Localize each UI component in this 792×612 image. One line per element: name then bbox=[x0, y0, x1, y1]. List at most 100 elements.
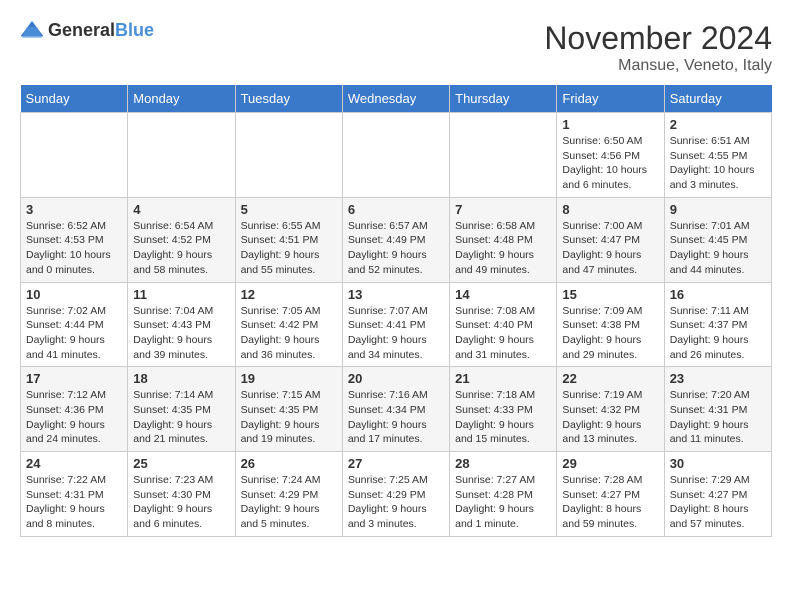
day-number: 30 bbox=[670, 456, 766, 471]
day-number: 1 bbox=[562, 117, 658, 132]
day-info: Sunrise: 7:12 AM Sunset: 4:36 PM Dayligh… bbox=[26, 388, 122, 447]
calendar-week-row: 10Sunrise: 7:02 AM Sunset: 4:44 PM Dayli… bbox=[21, 282, 772, 367]
calendar-cell: 17 Sunrise: 7:12 AM Sunset: 4:36 PM Dayli… bbox=[21, 367, 128, 452]
calendar-cell: 18 Sunrise: 7:14 AM Sunset: 4:35 PM Dayli… bbox=[128, 367, 235, 452]
calendar-cell bbox=[450, 113, 557, 198]
calendar-cell bbox=[235, 113, 342, 198]
calendar-cell: 27 Sunrise: 7:25 AM Sunset: 4:29 PM Dayli… bbox=[342, 452, 449, 537]
day-number: 24 bbox=[26, 456, 122, 471]
day-info: Sunrise: 6:54 AM Sunset: 4:52 PM Dayligh… bbox=[133, 219, 229, 278]
calendar-cell: 1 Sunrise: 6:50 AM Sunset: 4:56 PM Daylig… bbox=[557, 113, 664, 198]
calendar-cell: 9Sunrise: 7:01 AM Sunset: 4:45 PM Daylig… bbox=[664, 197, 771, 282]
day-info: Sunrise: 7:15 AM Sunset: 4:35 PM Dayligh… bbox=[241, 388, 337, 447]
weekday-header-friday: Friday bbox=[557, 85, 664, 113]
day-number: 17 bbox=[26, 371, 122, 386]
day-info: Sunrise: 7:20 AM Sunset: 4:31 PM Dayligh… bbox=[670, 388, 766, 447]
day-number: 22 bbox=[562, 371, 658, 386]
calendar-cell: 20 Sunrise: 7:16 AM Sunset: 4:34 PM Dayli… bbox=[342, 367, 449, 452]
day-number: 4 bbox=[133, 202, 229, 217]
day-info: Sunrise: 7:28 AM Sunset: 4:27 PM Dayligh… bbox=[562, 473, 658, 532]
day-info: Sunrise: 7:19 AM Sunset: 4:32 PM Dayligh… bbox=[562, 388, 658, 447]
calendar-cell: 12 Sunrise: 7:05 AM Sunset: 4:42 PM Dayli… bbox=[235, 282, 342, 367]
calendar-cell: 11 Sunrise: 7:04 AM Sunset: 4:43 PM Dayli… bbox=[128, 282, 235, 367]
day-number: 23 bbox=[670, 371, 766, 386]
day-info: Sunrise: 6:50 AM Sunset: 4:56 PM Dayligh… bbox=[562, 134, 658, 193]
weekday-header-monday: Monday bbox=[128, 85, 235, 113]
day-number: 16 bbox=[670, 287, 766, 302]
day-info: Sunrise: 6:51 AM Sunset: 4:55 PM Dayligh… bbox=[670, 134, 766, 193]
calendar-table: SundayMondayTuesdayWednesdayThursdayFrid… bbox=[20, 85, 772, 537]
day-number: 13 bbox=[348, 287, 444, 302]
day-number: 28 bbox=[455, 456, 551, 471]
calendar-week-row: 1 Sunrise: 6:50 AM Sunset: 4:56 PM Daylig… bbox=[21, 113, 772, 198]
day-info: Sunrise: 6:58 AM Sunset: 4:48 PM Dayligh… bbox=[455, 219, 551, 278]
calendar-cell: 26 Sunrise: 7:24 AM Sunset: 4:29 PM Dayli… bbox=[235, 452, 342, 537]
calendar-cell: 23 Sunrise: 7:20 AM Sunset: 4:31 PM Dayli… bbox=[664, 367, 771, 452]
day-number: 19 bbox=[241, 371, 337, 386]
weekday-header-thursday: Thursday bbox=[450, 85, 557, 113]
calendar-cell: 30 Sunrise: 7:29 AM Sunset: 4:27 PM Dayli… bbox=[664, 452, 771, 537]
day-number: 9 bbox=[670, 202, 766, 217]
day-number: 18 bbox=[133, 371, 229, 386]
day-info: Sunrise: 7:14 AM Sunset: 4:35 PM Dayligh… bbox=[133, 388, 229, 447]
day-info: Sunrise: 7:25 AM Sunset: 4:29 PM Dayligh… bbox=[348, 473, 444, 532]
logo-icon bbox=[20, 21, 44, 41]
calendar-cell: 22 Sunrise: 7:19 AM Sunset: 4:32 PM Dayli… bbox=[557, 367, 664, 452]
calendar-cell: 7 Sunrise: 6:58 AM Sunset: 4:48 PM Daylig… bbox=[450, 197, 557, 282]
weekday-header-row: SundayMondayTuesdayWednesdayThursdayFrid… bbox=[21, 85, 772, 113]
day-info: Sunrise: 7:00 AM Sunset: 4:47 PM Dayligh… bbox=[562, 219, 658, 278]
day-number: 2 bbox=[670, 117, 766, 132]
day-number: 7 bbox=[455, 202, 551, 217]
weekday-header-saturday: Saturday bbox=[664, 85, 771, 113]
calendar-cell: 15 Sunrise: 7:09 AM Sunset: 4:38 PM Dayli… bbox=[557, 282, 664, 367]
calendar-cell: 21Sunrise: 7:18 AM Sunset: 4:33 PM Dayli… bbox=[450, 367, 557, 452]
title-area: November 2024 Mansue, Veneto, Italy bbox=[544, 20, 772, 75]
calendar-cell: 29 Sunrise: 7:28 AM Sunset: 4:27 PM Dayli… bbox=[557, 452, 664, 537]
day-info: Sunrise: 7:27 AM Sunset: 4:28 PM Dayligh… bbox=[455, 473, 551, 532]
day-number: 27 bbox=[348, 456, 444, 471]
day-info: Sunrise: 7:11 AM Sunset: 4:37 PM Dayligh… bbox=[670, 304, 766, 363]
calendar-cell: 4 Sunrise: 6:54 AM Sunset: 4:52 PM Daylig… bbox=[128, 197, 235, 282]
day-info: Sunrise: 7:05 AM Sunset: 4:42 PM Dayligh… bbox=[241, 304, 337, 363]
calendar-week-row: 24 Sunrise: 7:22 AM Sunset: 4:31 PM Dayli… bbox=[21, 452, 772, 537]
calendar-cell bbox=[342, 113, 449, 198]
day-info: Sunrise: 7:08 AM Sunset: 4:40 PM Dayligh… bbox=[455, 304, 551, 363]
weekday-header-tuesday: Tuesday bbox=[235, 85, 342, 113]
day-number: 29 bbox=[562, 456, 658, 471]
day-number: 12 bbox=[241, 287, 337, 302]
day-number: 11 bbox=[133, 287, 229, 302]
logo-blue: Blue bbox=[115, 20, 154, 40]
day-info: Sunrise: 7:16 AM Sunset: 4:34 PM Dayligh… bbox=[348, 388, 444, 447]
day-number: 3 bbox=[26, 202, 122, 217]
calendar-week-row: 3 Sunrise: 6:52 AM Sunset: 4:53 PM Daylig… bbox=[21, 197, 772, 282]
page-header: GeneralBlue November 2024 Mansue, Veneto… bbox=[20, 20, 772, 75]
calendar-cell: 13Sunrise: 7:07 AM Sunset: 4:41 PM Dayli… bbox=[342, 282, 449, 367]
calendar-cell: 6Sunrise: 6:57 AM Sunset: 4:49 PM Daylig… bbox=[342, 197, 449, 282]
day-info: Sunrise: 6:52 AM Sunset: 4:53 PM Dayligh… bbox=[26, 219, 122, 278]
day-number: 20 bbox=[348, 371, 444, 386]
calendar-week-row: 17 Sunrise: 7:12 AM Sunset: 4:36 PM Dayli… bbox=[21, 367, 772, 452]
day-number: 5 bbox=[241, 202, 337, 217]
month-title: November 2024 bbox=[544, 20, 772, 57]
location: Mansue, Veneto, Italy bbox=[544, 57, 772, 75]
day-info: Sunrise: 7:24 AM Sunset: 4:29 PM Dayligh… bbox=[241, 473, 337, 532]
day-info: Sunrise: 7:02 AM Sunset: 4:44 PM Dayligh… bbox=[26, 304, 122, 363]
logo-general: General bbox=[48, 20, 115, 40]
day-info: Sunrise: 6:55 AM Sunset: 4:51 PM Dayligh… bbox=[241, 219, 337, 278]
day-number: 15 bbox=[562, 287, 658, 302]
day-number: 14 bbox=[455, 287, 551, 302]
calendar-cell: 10Sunrise: 7:02 AM Sunset: 4:44 PM Dayli… bbox=[21, 282, 128, 367]
weekday-header-sunday: Sunday bbox=[21, 85, 128, 113]
day-number: 21 bbox=[455, 371, 551, 386]
day-number: 6 bbox=[348, 202, 444, 217]
day-number: 25 bbox=[133, 456, 229, 471]
day-number: 26 bbox=[241, 456, 337, 471]
calendar-cell: 25Sunrise: 7:23 AM Sunset: 4:30 PM Dayli… bbox=[128, 452, 235, 537]
day-info: Sunrise: 7:29 AM Sunset: 4:27 PM Dayligh… bbox=[670, 473, 766, 532]
day-info: Sunrise: 7:22 AM Sunset: 4:31 PM Dayligh… bbox=[26, 473, 122, 532]
calendar-cell: 24 Sunrise: 7:22 AM Sunset: 4:31 PM Dayli… bbox=[21, 452, 128, 537]
day-number: 8 bbox=[562, 202, 658, 217]
day-info: Sunrise: 7:04 AM Sunset: 4:43 PM Dayligh… bbox=[133, 304, 229, 363]
day-info: Sunrise: 7:09 AM Sunset: 4:38 PM Dayligh… bbox=[562, 304, 658, 363]
calendar-cell bbox=[128, 113, 235, 198]
